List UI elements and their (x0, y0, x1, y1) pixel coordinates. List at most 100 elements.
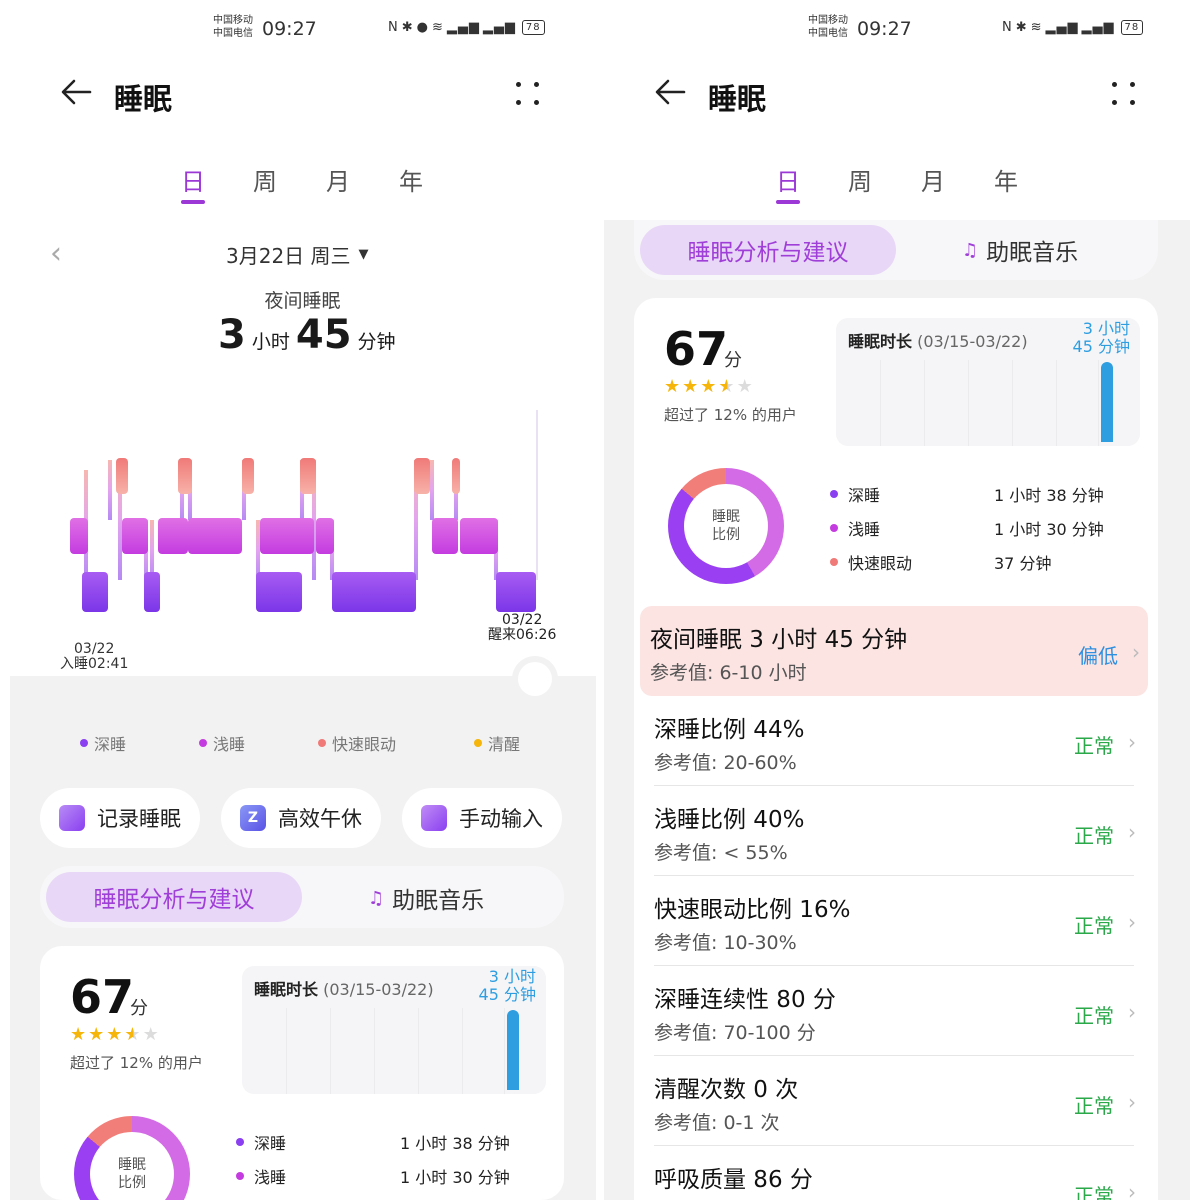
wake-time-label: 03/22 醒来06:26 (488, 613, 556, 643)
duration-value: 3 小时 45 分钟 (479, 968, 536, 1004)
duration-value-line1: 3 小时 (488, 967, 536, 986)
metric-light-ratio[interactable]: 浅睡比例 40% 参考值: < 55% 正常 › (644, 786, 1144, 876)
duration-value-line2: 45 分钟 (478, 985, 536, 1004)
legend-label: 深睡 (94, 735, 127, 754)
duration-mini-chart[interactable]: 睡眠时长 (03/15-03/22) 3 小时 45 分钟 (836, 318, 1140, 446)
legend-dot (830, 558, 838, 566)
metric-deep-continuity[interactable]: 深睡连续性 80 分 参考值: 70-100 分 正常 › (644, 966, 1144, 1056)
exceed-users-text: 超过了 12% 的用户 (664, 406, 797, 424)
tab-day[interactable]: 日 (763, 162, 813, 197)
sleep-hours: 3 (218, 312, 246, 358)
efficient-nap-button[interactable]: Z 高效午休 (221, 788, 381, 848)
deep-sleep-blocks (82, 572, 536, 612)
battery-icon: 78 (521, 20, 545, 35)
metric-reference: 参考值: 70-100 分 (654, 1022, 816, 1044)
record-sleep-button[interactable]: 记录睡眠 (40, 788, 200, 848)
duration-value-line2: 45 分钟 (1072, 337, 1130, 356)
metric-rem-ratio[interactable]: 快速眼动比例 16% 参考值: 10-30% 正常 › (644, 876, 1144, 966)
metric-awake-count[interactable]: 清醒次数 0 次 参考值: 0-1 次 正常 › (644, 1056, 1144, 1146)
prev-day-chevron-icon[interactable]: ‹ (50, 236, 62, 271)
nfc-icon: N (388, 20, 399, 35)
duration-value-line1: 3 小时 (1082, 319, 1130, 338)
left-screen: 中国移动 中国电信 09:27 N ✱ ● ≋ ▂▄▆ ▂▄▆ 78 睡眠 日 … (0, 0, 600, 1200)
chevron-right-icon: › (1128, 730, 1136, 754)
ratio-rem-value: 37 分钟 (994, 554, 1052, 573)
tab-label: 助眠音乐 (986, 240, 1079, 266)
ratio-deep-value: 1 小时 38 分钟 (994, 486, 1104, 505)
signal-icon: ▂▄▆ (1081, 20, 1115, 35)
score-unit: 分 (724, 350, 742, 371)
chevron-right-icon: › (1132, 640, 1140, 664)
tab-month[interactable]: 月 (908, 162, 958, 197)
duration-chart-title: 睡眠时长 (03/15-03/22) (254, 976, 434, 1000)
metric-deep-ratio[interactable]: 深睡比例 44% 参考值: 20-60% 正常 › (644, 696, 1144, 786)
back-arrow-icon[interactable] (650, 70, 694, 114)
ratio-label: 深睡 (254, 1134, 287, 1153)
music-note-icon: ♫ (962, 239, 979, 261)
legend-dot (318, 739, 326, 747)
status-badge: 偏低 (1078, 644, 1118, 668)
tab-sleep-music[interactable]: ♫ 助眠音乐 (368, 881, 484, 915)
signal-icon: ▂▄▆ (1045, 20, 1079, 35)
carrier-1: 中国移动 (808, 15, 848, 26)
sleep-ratio-donut: 睡眠 比例 (74, 1116, 190, 1200)
battery-icon: 78 (1120, 20, 1144, 35)
donut-label-1: 睡眠 (118, 1157, 146, 1173)
tab-year[interactable]: 年 (386, 162, 436, 197)
edit-icon (421, 805, 447, 831)
signal-icon: ▂▄▆ (446, 20, 480, 35)
star-icon: ★ (700, 376, 719, 397)
light-sleep-blocks (70, 518, 498, 554)
tab-week[interactable]: 周 (240, 162, 290, 197)
page-title: 睡眠 (114, 82, 173, 116)
legend-dot (236, 1172, 244, 1180)
wake-time: 醒来06:26 (488, 627, 557, 643)
stage-connectors (84, 410, 538, 580)
exceed-users-text: 超过了 12% 的用户 (70, 1054, 203, 1072)
metric-reference: 参考值: 10-30% (654, 932, 797, 954)
legend-dot (830, 490, 838, 498)
metric-title: 快速眼动比例 16% (654, 897, 851, 923)
carrier-labels: 中国移动 中国电信 (213, 14, 253, 40)
score-stars: ★★★★★ (70, 1024, 161, 1045)
metric-night-sleep[interactable]: 夜间睡眠 3 小时 45 分钟 参考值: 6-10 小时 偏低 › (640, 606, 1148, 696)
status-badge: 正常 (1074, 1094, 1114, 1118)
tab-year[interactable]: 年 (981, 162, 1031, 197)
metric-reference: 参考值: 0-1 次 (654, 1112, 780, 1134)
metric-title: 夜间睡眠 3 小时 45 分钟 (650, 627, 908, 653)
sleep-minutes: 45 (295, 312, 352, 358)
star-icon: ★ (664, 376, 683, 397)
tab-sleep-music[interactable]: ♫ 助眠音乐 (962, 233, 1078, 267)
back-arrow-icon[interactable] (56, 70, 100, 114)
wifi-icon: ≋ (1030, 20, 1043, 35)
star-icon: ★ (88, 1024, 107, 1045)
tab-month[interactable]: 月 (313, 162, 363, 197)
ratio-light-value: 1 小时 30 分钟 (994, 520, 1104, 539)
ratio-deep-value: 1 小时 38 分钟 (400, 1134, 510, 1153)
more-options-icon[interactable] (514, 80, 542, 108)
tab-day[interactable]: 日 (168, 162, 218, 197)
bluetooth-icon: ✱ (401, 20, 414, 35)
timeline-handle[interactable] (518, 662, 552, 696)
metric-breathing-quality[interactable]: 呼吸质量 86 分 正常 › (644, 1146, 1144, 1200)
legend-awake: 清醒 (474, 731, 520, 755)
tab-sleep-analysis[interactable]: 睡眠分析与建议 (640, 225, 896, 275)
tab-sleep-analysis[interactable]: 睡眠分析与建议 (46, 872, 302, 922)
donut-center: 睡眠 比例 (684, 484, 768, 568)
tab-week[interactable]: 周 (835, 162, 885, 197)
sleep-start-date: 03/22 (74, 641, 115, 657)
legend-light: 浅睡 (199, 731, 245, 755)
half-star-icon: ★ (718, 376, 737, 397)
star-icon: ★ (106, 1024, 125, 1045)
manual-input-button[interactable]: 手动输入 (402, 788, 562, 848)
more-options-icon[interactable] (1110, 80, 1138, 108)
metric-reference: 参考值: 20-60% (654, 752, 797, 774)
metric-title: 呼吸质量 86 分 (654, 1167, 813, 1193)
status-icons: N ✱ ● ≋ ▂▄▆ ▂▄▆ 78 (388, 20, 545, 35)
legend-dot (830, 524, 838, 532)
metric-title: 深睡连续性 80 分 (654, 987, 836, 1013)
duration-mini-chart[interactable]: 睡眠时长 (03/15-03/22) 3 小时 45 分钟 (242, 966, 546, 1094)
status-time: 09:27 (262, 18, 317, 40)
dropdown-caret-icon: ▼ (358, 247, 369, 262)
date-selector[interactable]: 3月22日 周三 ▼ (226, 240, 369, 269)
